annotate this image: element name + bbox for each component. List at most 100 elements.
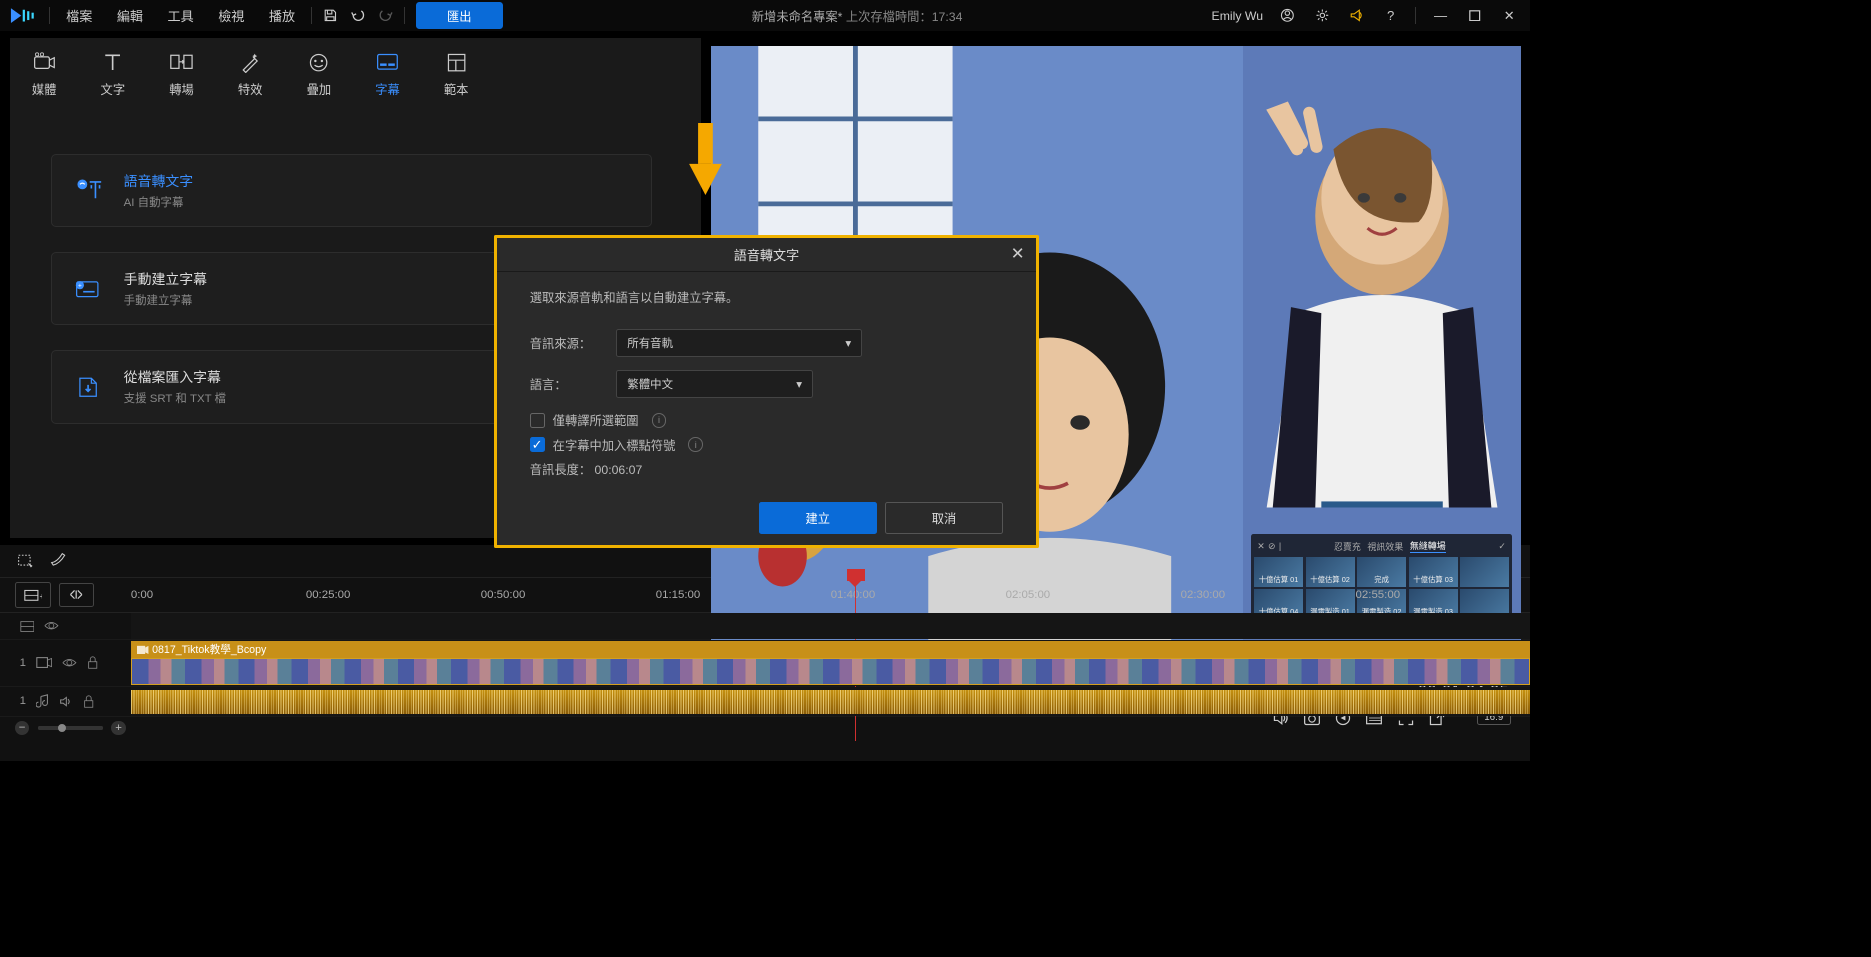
svg-text:+: + [39,591,41,601]
language-label: 語言： [530,375,607,393]
source-label: 音訊來源： [530,334,607,352]
clip-video-icon [137,645,148,655]
overlay-icon [306,49,332,75]
language-select[interactable]: 繁體中文 ▾ [616,370,812,398]
save-icon[interactable] [317,4,343,27]
project-title: 新增未命名專案* 上次存檔時間：17:34 [504,7,1210,25]
magnet-button[interactable] [59,583,94,608]
add-track-button[interactable]: + [15,582,51,609]
time-mark: 00:25:00 [306,589,481,601]
tab-media[interactable]: 媒體 [25,46,64,102]
speech-text-icon [75,174,108,207]
manual-icon: + [75,272,108,305]
zoom-in-button[interactable]: + [111,721,126,736]
card-subtitle: 支援 SRT 和 TXT 檔 [124,390,226,406]
thumb-tab[interactable]: 無縫轉場 [1410,539,1446,553]
time-mark: 02:30:00 [1181,589,1356,601]
close-button[interactable]: ✕ [1496,4,1522,27]
lock-icon[interactable] [87,656,98,669]
menu-play[interactable]: 播放 [257,3,306,29]
check-icon[interactable]: ✓ [1498,541,1506,552]
time-mark: 02:55:00 [1356,589,1531,601]
top-menu-bar: 檔案 編輯 工具 檢視 播放 匯出 新增未命名專案* 上次存檔時間：17:34 … [0,0,1530,31]
menu-tools[interactable]: 工具 [156,3,205,29]
audio-clip[interactable] [131,690,1531,715]
source-select[interactable]: 所有音軌 ▾ [616,329,861,357]
subtitle-icon [374,49,400,75]
tab-subtitle[interactable]: 字幕 [368,46,407,102]
preview-right-video: ✕ ⊘ | 忍賣充 視訊效果 無縫轉場 ✓ 十億估算 01 十億估算 02 完成 [1243,46,1521,653]
card-subtitle: AI 自動字幕 [124,194,193,210]
card-title: 手動建立字幕 [124,269,207,289]
info-icon[interactable]: i [688,437,703,452]
menu-file[interactable]: 檔案 [55,3,104,29]
panel-tabs: 媒體 文字 轉場 特效 疊加 字幕 [10,38,701,105]
card-subtitle: 手動建立字幕 [124,292,207,308]
undo-icon[interactable] [345,4,371,27]
punctuation-label: 在字幕中加入標點符號 [553,436,676,454]
zoom-out-button[interactable]: − [15,721,30,736]
time-mark: 0:00 [131,589,306,601]
panel-none-icon[interactable]: ⊘ [1268,541,1276,552]
clip-label: 0817_Tiktok教學_Bcopy [152,642,266,657]
range-only-checkbox[interactable] [530,413,545,428]
megaphone-icon[interactable] [1343,4,1369,27]
user-icon[interactable] [1275,4,1301,27]
card-title: 從檔案匯入字幕 [124,367,226,387]
template-icon [443,49,469,75]
fx-track-icon [20,620,35,633]
chevron-down-icon: ▾ [845,336,851,350]
tab-template[interactable]: 範本 [437,46,476,102]
help-icon[interactable]: ? [1378,4,1404,27]
select-tool-icon[interactable] [15,549,38,572]
card-title: 語音轉文字 [124,171,193,191]
thumb-tab[interactable]: 視訊效果 [1367,540,1403,553]
tab-overlay[interactable]: 疊加 [299,46,338,102]
punctuation-checkbox[interactable]: ✓ [530,437,545,452]
thumb-tab[interactable]: 忍賣充 [1334,540,1361,553]
dialog-close-button[interactable]: ✕ [1011,244,1025,264]
text-icon [100,49,126,75]
chevron-down-icon: ▾ [796,377,802,391]
maximize-button[interactable] [1462,4,1488,27]
tab-text[interactable]: 文字 [93,46,132,102]
mute-icon[interactable] [59,695,74,708]
audio-length: 音訊長度： 00:06:07 [530,460,1003,478]
effects-icon [237,49,263,75]
lock-icon[interactable] [83,695,94,708]
visibility-icon[interactable] [62,657,77,668]
export-button[interactable]: 匯出 [416,2,503,28]
range-only-label: 僅轉譯所選範圍 [553,411,639,429]
tab-effects[interactable]: 特效 [231,46,270,102]
svg-text:+: + [78,283,82,290]
track-number: 1 [20,695,26,707]
time-mark: 01:15:00 [656,589,831,601]
track-number: 1 [20,657,26,669]
tab-transition[interactable]: 轉場 [162,46,201,102]
app-logo[interactable] [8,4,37,27]
transition-icon [168,49,194,75]
speech-to-text-dialog: 語音轉文字 ✕ 選取來源音軌和語言以自動建立字幕。 音訊來源： 所有音軌 ▾ 語… [494,235,1039,548]
time-ruler[interactable]: 0:00 00:25:00 00:50:00 01:15:00 01:40:00… [131,578,1531,613]
visibility-icon[interactable] [44,620,59,631]
time-mark: 00:50:00 [481,589,656,601]
create-button[interactable]: 建立 [759,502,877,533]
video-clip[interactable]: 0817_Tiktok教學_Bcopy [131,641,1531,674]
menu-edit[interactable]: 編輯 [105,3,154,29]
menu-view[interactable]: 檢視 [207,3,256,29]
audio-track-icon [36,694,49,709]
blade-tool-icon[interactable] [47,549,70,572]
redo-icon[interactable] [373,4,399,27]
cancel-button[interactable]: 取消 [885,502,1003,533]
gear-icon[interactable] [1309,4,1335,27]
minimize-button[interactable]: — [1427,4,1453,27]
video-track-icon [36,656,52,669]
panel-close-icon[interactable]: ✕ [1257,541,1265,552]
user-name: Emily Wu [1212,9,1267,23]
dialog-title: 語音轉文字 [734,245,799,264]
info-icon[interactable]: i [652,413,667,428]
zoom-slider[interactable] [38,726,103,729]
media-icon [31,49,57,75]
import-icon [75,370,108,403]
card-speech-to-text[interactable]: 語音轉文字 AI 自動字幕 [51,154,652,228]
